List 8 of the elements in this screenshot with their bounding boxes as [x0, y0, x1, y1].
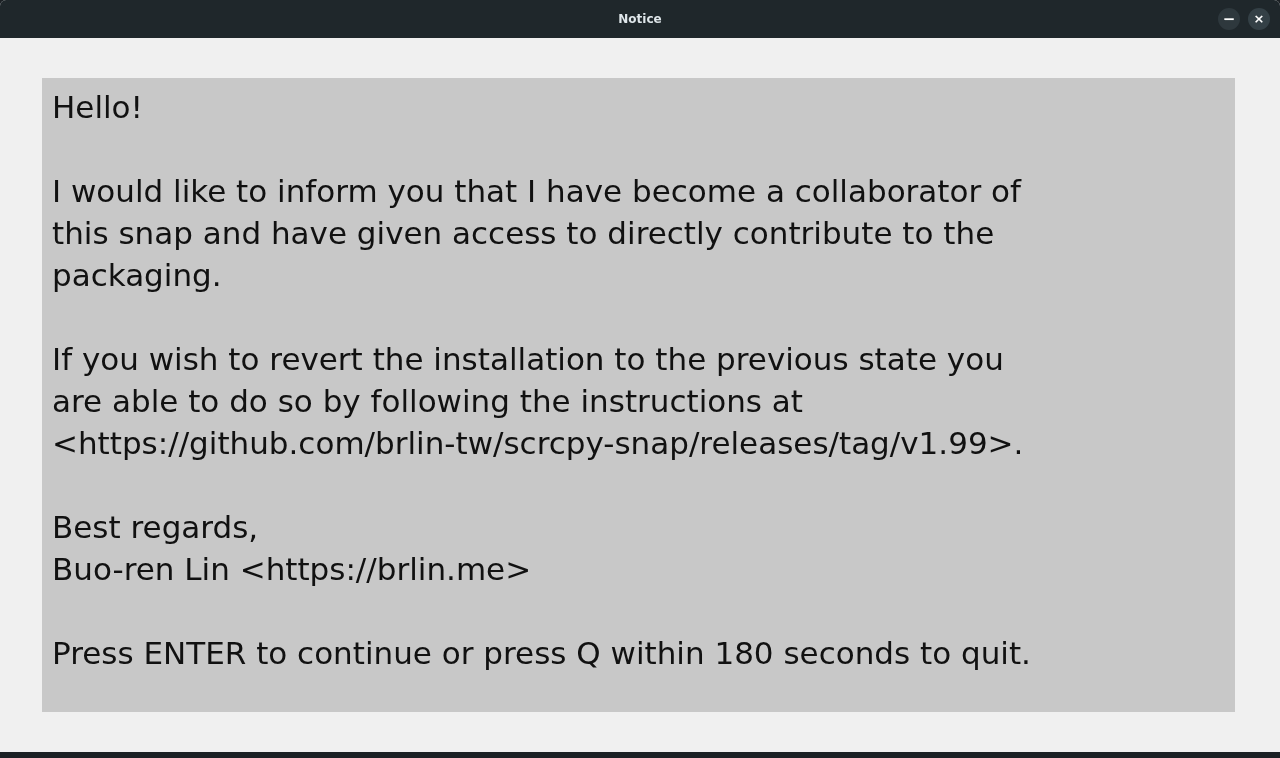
close-button[interactable]: × [1248, 8, 1270, 30]
message-paragraph: I would like to inform you that I have become a collaborator of this snap and have given access to directly contribute to the packaging. [52, 172, 1023, 295]
message-paragraph: Press ENTER to continue or press Q within 180 seconds to quit. [52, 634, 1032, 673]
message-paragraph: Hello! [52, 88, 144, 127]
message-paragraph: Best regards, Buo-ren Lin <https://brlin.me> [52, 508, 533, 589]
minimize-button[interactable]: − [1218, 8, 1240, 30]
message-paragraph: If you wish to revert the installation to the previous state you are able to do so by following the instructions at <https://github.com/brlin-tw/scrcpy-snap/releases/tag/v1.99>. [52, 340, 1025, 463]
window-title: Notice [618, 12, 662, 26]
